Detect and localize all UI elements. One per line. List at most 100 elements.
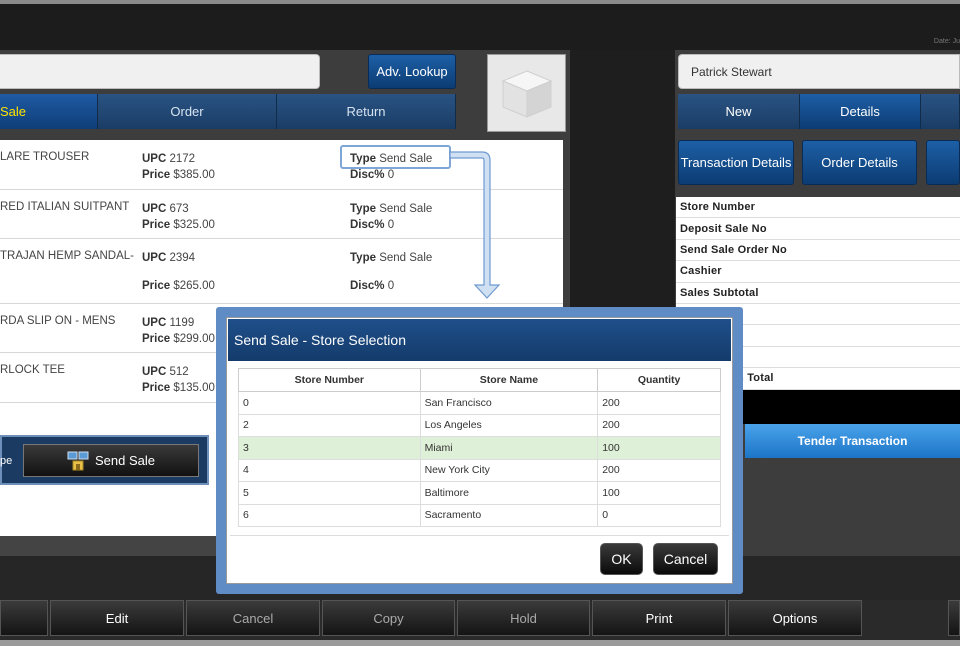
window-bottom-edge	[0, 640, 960, 646]
stores-icon	[67, 451, 89, 470]
dialog-title: Send Sale - Store Selection	[228, 319, 731, 361]
quantity-cell: 100	[597, 436, 721, 460]
product-image	[487, 54, 566, 132]
upc-value: 1199	[169, 317, 195, 329]
store-name-cell: San Francisco	[419, 391, 599, 415]
transaction-details-button[interactable]: Transaction Details	[678, 140, 794, 185]
upc-label: UPC	[142, 366, 167, 378]
store-number-cell: 4	[238, 458, 421, 482]
tab-details[interactable]: Details	[800, 94, 921, 129]
type-label: Type	[350, 203, 376, 215]
detail-row: Send Sale Order No	[676, 240, 960, 262]
hold-button[interactable]: Hold	[457, 600, 590, 636]
type-label: Type	[350, 252, 376, 264]
upc-label: UPC	[142, 203, 167, 215]
detail-row: Store Number	[676, 197, 960, 219]
ok-button[interactable]: OK	[600, 543, 643, 575]
disc-label: Disc%	[350, 219, 385, 231]
detail-row: Deposit Sale No	[676, 218, 960, 240]
price-value: $299.00	[173, 333, 215, 345]
sale-type-tabs: Sale Order Return	[0, 94, 456, 129]
connector-arrow	[449, 151, 501, 299]
price-value: $325.00	[173, 219, 215, 231]
detail-row: Sales Subtotal	[676, 283, 960, 304]
store-name-cell: Sacramento	[419, 503, 599, 527]
quantity-cell: 0	[597, 503, 721, 527]
order-details-button[interactable]: Order Details	[802, 140, 917, 185]
item-name: LARE TROUSER	[0, 151, 90, 163]
quantity-cell: 200	[597, 413, 721, 437]
upc-value: 673	[169, 203, 189, 215]
column-header: Store Name	[419, 368, 599, 392]
table-row[interactable]: 0 San Francisco 200	[238, 391, 721, 415]
header-area	[0, 4, 960, 50]
box-icon	[501, 70, 552, 118]
price-value: $265.00	[173, 280, 215, 292]
upc-value: 2394	[169, 252, 196, 264]
store-number-cell: 3	[238, 436, 421, 460]
store-number-cell: 6	[238, 503, 421, 527]
tender-transaction-button[interactable]: Tender Transaction	[745, 424, 960, 458]
item-name: RDA SLIP ON - MENS	[0, 315, 116, 327]
item-search-input[interactable]	[0, 54, 320, 89]
store-name-cell: Los Angeles	[419, 413, 599, 437]
upc-value: 512	[169, 366, 189, 378]
upc-label: UPC	[142, 153, 167, 165]
table-row[interactable]: 6 Sacramento 0	[238, 503, 721, 527]
store-number-cell: 2	[238, 413, 421, 437]
send-type-label: pe	[0, 455, 13, 467]
customer-name-field[interactable]: Patrick Stewart	[678, 54, 960, 89]
price-label: Price	[142, 382, 171, 394]
disc-value: 0	[387, 169, 395, 181]
type-value[interactable]: Send Sale	[379, 252, 432, 264]
tab-return[interactable]: Return	[277, 94, 456, 129]
disc-value: 0	[387, 219, 395, 231]
store-number-cell: 0	[238, 391, 421, 415]
price-label: Price	[142, 169, 171, 181]
cancel-button[interactable]: Cancel	[653, 543, 718, 575]
tab-more[interactable]	[921, 94, 960, 129]
disc-value: 0	[387, 280, 395, 292]
table-row-selected[interactable]: 3 Miami 100	[238, 436, 721, 460]
print-button[interactable]: Print	[592, 600, 726, 636]
price-value: $385.00	[173, 169, 215, 181]
type-value[interactable]: Send Sale	[379, 203, 432, 215]
cancel-function-button[interactable]: Cancel	[186, 600, 320, 636]
quantity-cell: 200	[597, 391, 721, 415]
transaction-tabs: New Details	[678, 94, 960, 129]
dialog-divider	[230, 535, 729, 536]
table-header-row: Store Number Store Name Quantity	[238, 368, 721, 392]
disc-label: Disc%	[350, 169, 385, 181]
table-row[interactable]: 2 Los Angeles 200	[238, 413, 721, 437]
store-name-cell: New York City	[419, 458, 599, 482]
column-header: Quantity	[597, 368, 721, 392]
upc-label: UPC	[142, 317, 167, 329]
price-label: Price	[142, 219, 171, 231]
price-label: Price	[142, 280, 171, 292]
tab-new[interactable]: New	[678, 94, 800, 129]
item-name: RED ITALIAN SUITPANT	[0, 201, 130, 213]
adv-lookup-button[interactable]: Adv. Lookup	[368, 54, 456, 89]
quantity-cell: 200	[597, 458, 721, 482]
function-button-right[interactable]	[948, 600, 960, 636]
store-number-cell: 5	[238, 481, 421, 505]
store-table: Store Number Store Name Quantity 0 San F…	[238, 368, 721, 527]
tab-order[interactable]: Order	[98, 94, 277, 129]
type-highlight-box	[340, 145, 451, 169]
quantity-cell: 100	[597, 481, 721, 505]
extra-details-button[interactable]	[926, 140, 960, 185]
copy-button[interactable]: Copy	[322, 600, 455, 636]
send-sale-label: Send Sale	[95, 453, 155, 468]
tab-sale[interactable]: Sale	[0, 94, 98, 129]
send-sale-button[interactable]: Send Sale	[23, 444, 199, 477]
table-row[interactable]: 4 New York City 200	[238, 458, 721, 482]
function-button-left[interactable]	[0, 600, 48, 636]
table-row[interactable]: 5 Baltimore 100	[238, 481, 721, 505]
date-label: Date: Ju	[933, 38, 960, 45]
upc-value: 2172	[169, 153, 196, 165]
upc-label: UPC	[142, 252, 167, 264]
options-button[interactable]: Options	[728, 600, 862, 636]
price-value: $135.00	[173, 382, 215, 394]
item-name: TRAJAN HEMP SANDAL-	[0, 250, 134, 262]
edit-button[interactable]: Edit	[50, 600, 184, 636]
